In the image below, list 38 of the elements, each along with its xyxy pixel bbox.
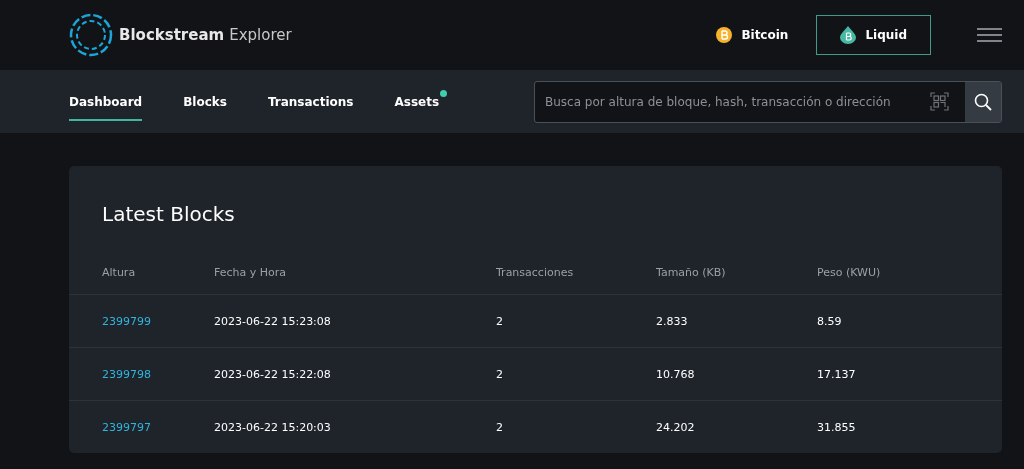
- column-header: Fecha y Hora: [214, 266, 288, 279]
- column-header: Altura: [102, 266, 137, 279]
- column-header: Peso (KWU): [817, 266, 882, 279]
- dashed-ring-logo-icon: [69, 13, 113, 57]
- column-header: Transacciones: [496, 266, 575, 279]
- nav-tab[interactable]: Assets: [394, 84, 448, 121]
- search-button[interactable]: [965, 81, 1001, 122]
- nav-tab[interactable]: Transactions: [267, 84, 354, 121]
- block-height-link[interactable]: 2399798: [102, 367, 214, 381]
- table-cell-text: 2: [496, 420, 504, 434]
- card-title: Latest Blocks: [102, 202, 236, 226]
- table-cell-text: 31.855: [817, 420, 857, 434]
- search-input[interactable]: Busca por altura de bloque, hash, transacción o dirección: [535, 81, 930, 122]
- nav-tab[interactable]: Blocks: [183, 84, 227, 121]
- bitcoin-icon: [716, 27, 733, 43]
- block-height-link[interactable]: 2399797: [102, 420, 214, 434]
- table-cell-text: 2: [496, 314, 504, 328]
- table-cell-text: 2023-06-22 15:20:03: [214, 420, 332, 434]
- table-cell-text: 10.768: [656, 367, 696, 381]
- table-cell-text: 2023-06-22 15:22:08: [214, 367, 332, 381]
- network-button[interactable]: Bitcoin: [692, 15, 813, 55]
- droplet-icon: [840, 26, 857, 44]
- product-name: Explorer: [229, 26, 292, 44]
- table-cell-text: 2: [496, 367, 504, 381]
- block-height-link[interactable]: 2399799: [102, 314, 214, 328]
- search-icon: [974, 92, 992, 111]
- table-cell-text: 8.59: [817, 314, 843, 328]
- nav-tab[interactable]: Dashboard: [69, 84, 143, 121]
- qr-code-icon[interactable]: [930, 92, 949, 111]
- brand-name: Blockstream: [119, 26, 225, 44]
- network-button[interactable]: Liquid: [816, 15, 931, 55]
- table-cell-text: 17.137: [817, 367, 857, 381]
- menu-icon[interactable]: [977, 28, 1002, 42]
- column-header: Tamaño (KB): [656, 266, 727, 279]
- search-bar[interactable]: Busca por altura de bloque, hash, transacción o dirección: [534, 80, 1002, 123]
- table-cell-text: 2023-06-22 15:23:08: [214, 314, 332, 328]
- table-cell-text: 2.833: [656, 314, 689, 328]
- table-cell-text: 24.202: [656, 420, 696, 434]
